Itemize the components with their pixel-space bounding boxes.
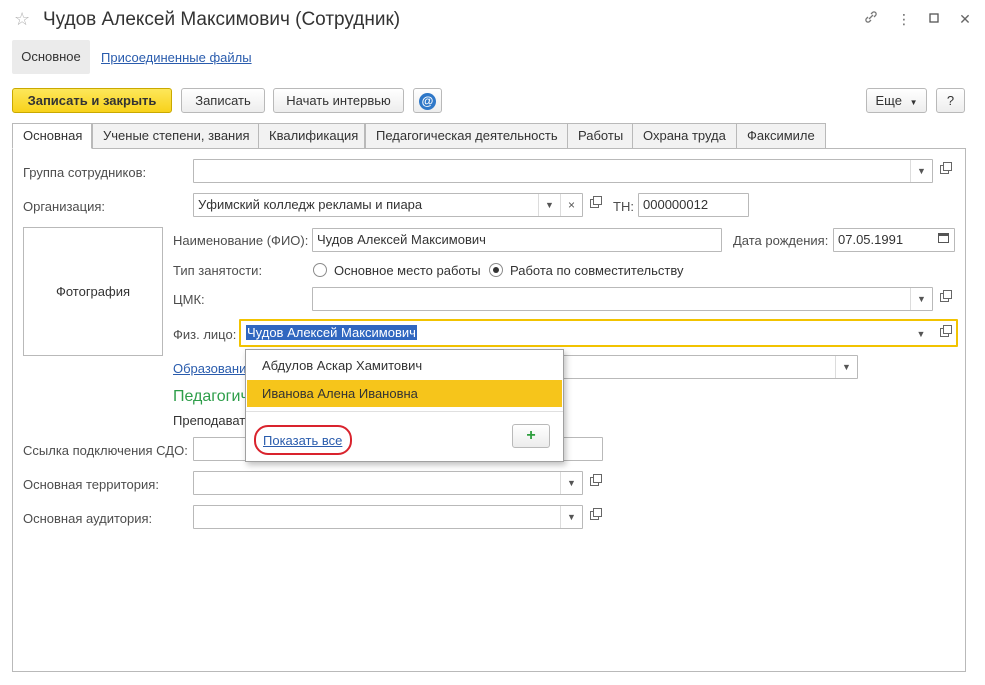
maximize-icon[interactable] [925, 10, 943, 28]
favorite-star-icon[interactable]: ☆ [14, 9, 30, 30]
show-all-link[interactable]: Показать все [263, 433, 342, 448]
chevron-down-icon[interactable]: ▼ [910, 288, 932, 310]
tab-qualification[interactable]: Квалификация [258, 123, 365, 149]
more-label: Еще [875, 93, 902, 108]
fio-label: Наименование (ФИО): [173, 233, 309, 248]
fio-value: Чудов Алексей Максимович [317, 232, 486, 247]
open-icon[interactable] [933, 159, 955, 183]
more-vertical-icon[interactable]: ⋮ [895, 10, 913, 28]
add-person-button[interactable]: + [512, 424, 550, 448]
open-icon[interactable] [933, 287, 955, 311]
tab-pedagogical[interactable]: Педагогическая деятельность [365, 123, 568, 149]
cmk-label: ЦМК: [173, 292, 205, 307]
chevron-down-icon[interactable]: ▼ [538, 194, 560, 216]
person-label: Физ. лицо: [173, 327, 237, 342]
pedagogical-heading: Педагогич [173, 388, 249, 405]
employment-opt-main: Основное место работы [334, 263, 481, 278]
auditory-field[interactable]: ▼ [193, 505, 583, 529]
teacher-label: Преподават [173, 413, 246, 428]
chevron-down-icon: ▼ [909, 98, 918, 107]
tn-label: ТН: [613, 199, 634, 214]
organization-label: Организация: [23, 199, 106, 214]
tab-main[interactable]: Основная [12, 123, 92, 149]
help-button[interactable]: ? [936, 88, 965, 113]
calendar-icon[interactable] [932, 229, 954, 251]
tab-labor-safety[interactable]: Охрана труда [632, 123, 737, 149]
show-all-highlight: Показать все [254, 425, 352, 455]
education-field[interactable]: ▼ [555, 355, 858, 379]
plus-icon: + [526, 427, 536, 444]
employment-opt-parttime: Работа по совместительству [510, 263, 684, 278]
organization-field[interactable]: Уфимский колледж рекламы и пиара ▼ × [193, 193, 583, 217]
auditory-label: Основная аудитория: [23, 511, 153, 526]
save-button[interactable]: Записать [181, 88, 265, 113]
email-at-icon: @ [419, 93, 436, 110]
tab-works[interactable]: Работы [567, 123, 633, 149]
cmk-field[interactable]: ▼ [312, 287, 933, 311]
dropdown-item-highlighted[interactable]: Иванова Алена Ивановна [247, 380, 562, 407]
employment-label: Тип занятости: [173, 263, 263, 278]
more-button[interactable]: Еще ▼ [866, 88, 927, 113]
open-icon[interactable] [583, 505, 605, 529]
dropdown-item[interactable]: Абдулов Аскар Хамитович [247, 352, 562, 379]
chevron-down-icon[interactable]: ▼ [560, 506, 582, 528]
group-label: Группа сотрудников: [23, 165, 147, 180]
chevron-down-icon[interactable]: ▼ [910, 160, 932, 182]
birth-field[interactable]: 07.05.1991 [833, 228, 955, 252]
chevron-down-icon[interactable]: ▼ [835, 356, 857, 378]
window-title: Чудов Алексей Максимович (Сотрудник) [43, 9, 401, 30]
person-value: Чудов Алексей Максимович [246, 325, 417, 340]
organization-value: Уфимский колледж рекламы и пиара [198, 197, 423, 212]
open-icon[interactable] [583, 471, 605, 495]
employment-radio-parttime[interactable] [489, 263, 503, 277]
nav-main[interactable]: Основное [12, 40, 90, 74]
close-icon[interactable]: ✕ [956, 10, 974, 28]
person-dropdown: Абдулов Аскар Хамитович Иванова Алена Ив… [245, 349, 564, 462]
nav-attached-files[interactable]: Присоединенные файлы [101, 50, 252, 65]
chevron-down-icon[interactable]: ▼ [560, 472, 582, 494]
group-field[interactable]: ▼ [193, 159, 933, 183]
dropdown-divider [246, 411, 563, 412]
photo-box[interactable]: Фотография [23, 227, 163, 356]
tn-value: 000000012 [643, 197, 709, 212]
chevron-down-icon[interactable]: ▼ [910, 323, 932, 345]
link-icon[interactable] [862, 10, 880, 28]
birth-label: Дата рождения: [733, 233, 829, 248]
tab-facsimile[interactable]: Факсимиле [736, 123, 826, 149]
open-icon[interactable] [933, 322, 955, 346]
tn-field[interactable]: 000000012 [638, 193, 749, 217]
person-field[interactable]: Чудов Алексей Максимович ▼ [239, 319, 958, 347]
tab-degrees[interactable]: Ученые степени, звания [92, 123, 259, 149]
clear-icon[interactable]: × [560, 194, 582, 216]
fio-field[interactable]: Чудов Алексей Максимович [312, 228, 722, 252]
start-interview-button[interactable]: Начать интервью [273, 88, 404, 113]
sdo-label: Ссылка подключения СДО: [23, 443, 188, 458]
open-icon[interactable] [583, 193, 605, 217]
employment-radio-main[interactable] [313, 263, 327, 277]
education-link[interactable]: Образовани [173, 361, 246, 376]
email-button[interactable]: @ [413, 88, 442, 113]
territory-label: Основная территория: [23, 477, 159, 492]
save-and-close-button[interactable]: Записать и закрыть [12, 88, 172, 113]
birth-value: 07.05.1991 [838, 232, 904, 247]
territory-field[interactable]: ▼ [193, 471, 583, 495]
